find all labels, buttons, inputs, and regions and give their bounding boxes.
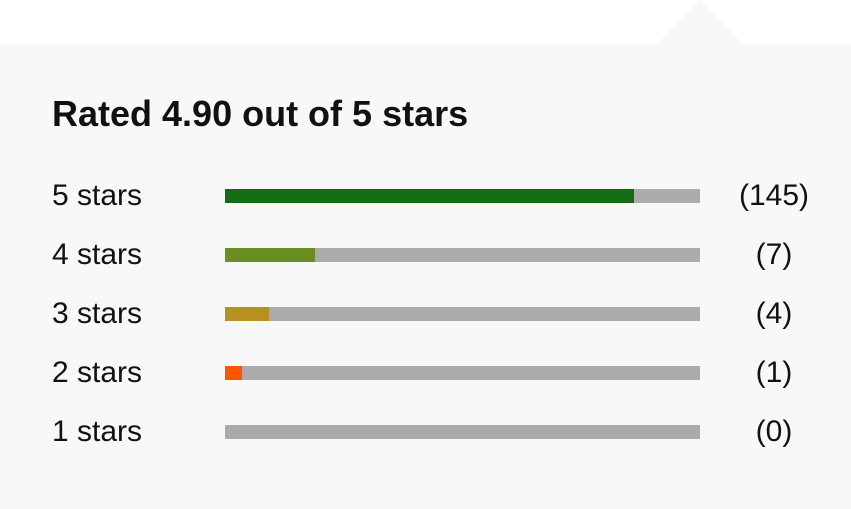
rating-row-2: 2 stars (1) bbox=[0, 343, 851, 402]
rating-row-3: 3 stars (4) bbox=[0, 284, 851, 343]
rating-row-label: 4 stars bbox=[52, 238, 143, 271]
rating-row-label: 3 stars bbox=[52, 297, 143, 330]
rating-bar-track bbox=[225, 425, 700, 439]
rating-bar-track bbox=[225, 307, 700, 321]
rating-breakdown-list: 5 stars (145) 4 stars (7) 3 stars (4) 2 … bbox=[0, 166, 851, 461]
rating-bar-track bbox=[225, 248, 700, 262]
rating-bar-fill bbox=[225, 366, 242, 380]
rating-bar-track bbox=[225, 366, 700, 380]
rating-row-count: (0) bbox=[755, 415, 793, 448]
rating-row-label: 1 stars bbox=[52, 415, 143, 448]
rating-row-count: (1) bbox=[755, 356, 793, 389]
rating-row-label: 2 stars bbox=[52, 356, 143, 389]
rating-bar-fill bbox=[225, 189, 634, 203]
rating-row-count: (7) bbox=[755, 238, 793, 271]
rating-row-count: (145) bbox=[738, 179, 810, 212]
rating-bar-track bbox=[225, 189, 700, 203]
popover-arrow bbox=[656, 0, 744, 45]
rating-row-count: (4) bbox=[755, 297, 793, 330]
rating-bar-fill bbox=[225, 307, 270, 321]
rating-row-5: 5 stars (145) bbox=[0, 166, 851, 225]
rating-row-4: 4 stars (7) bbox=[0, 225, 851, 284]
rating-bar-fill bbox=[225, 248, 316, 262]
rating-row-label: 5 stars bbox=[52, 179, 143, 212]
rating-title: Rated 4.90 out of 5 stars bbox=[52, 93, 469, 134]
rating-row-1: 1 stars (0) bbox=[0, 402, 851, 461]
